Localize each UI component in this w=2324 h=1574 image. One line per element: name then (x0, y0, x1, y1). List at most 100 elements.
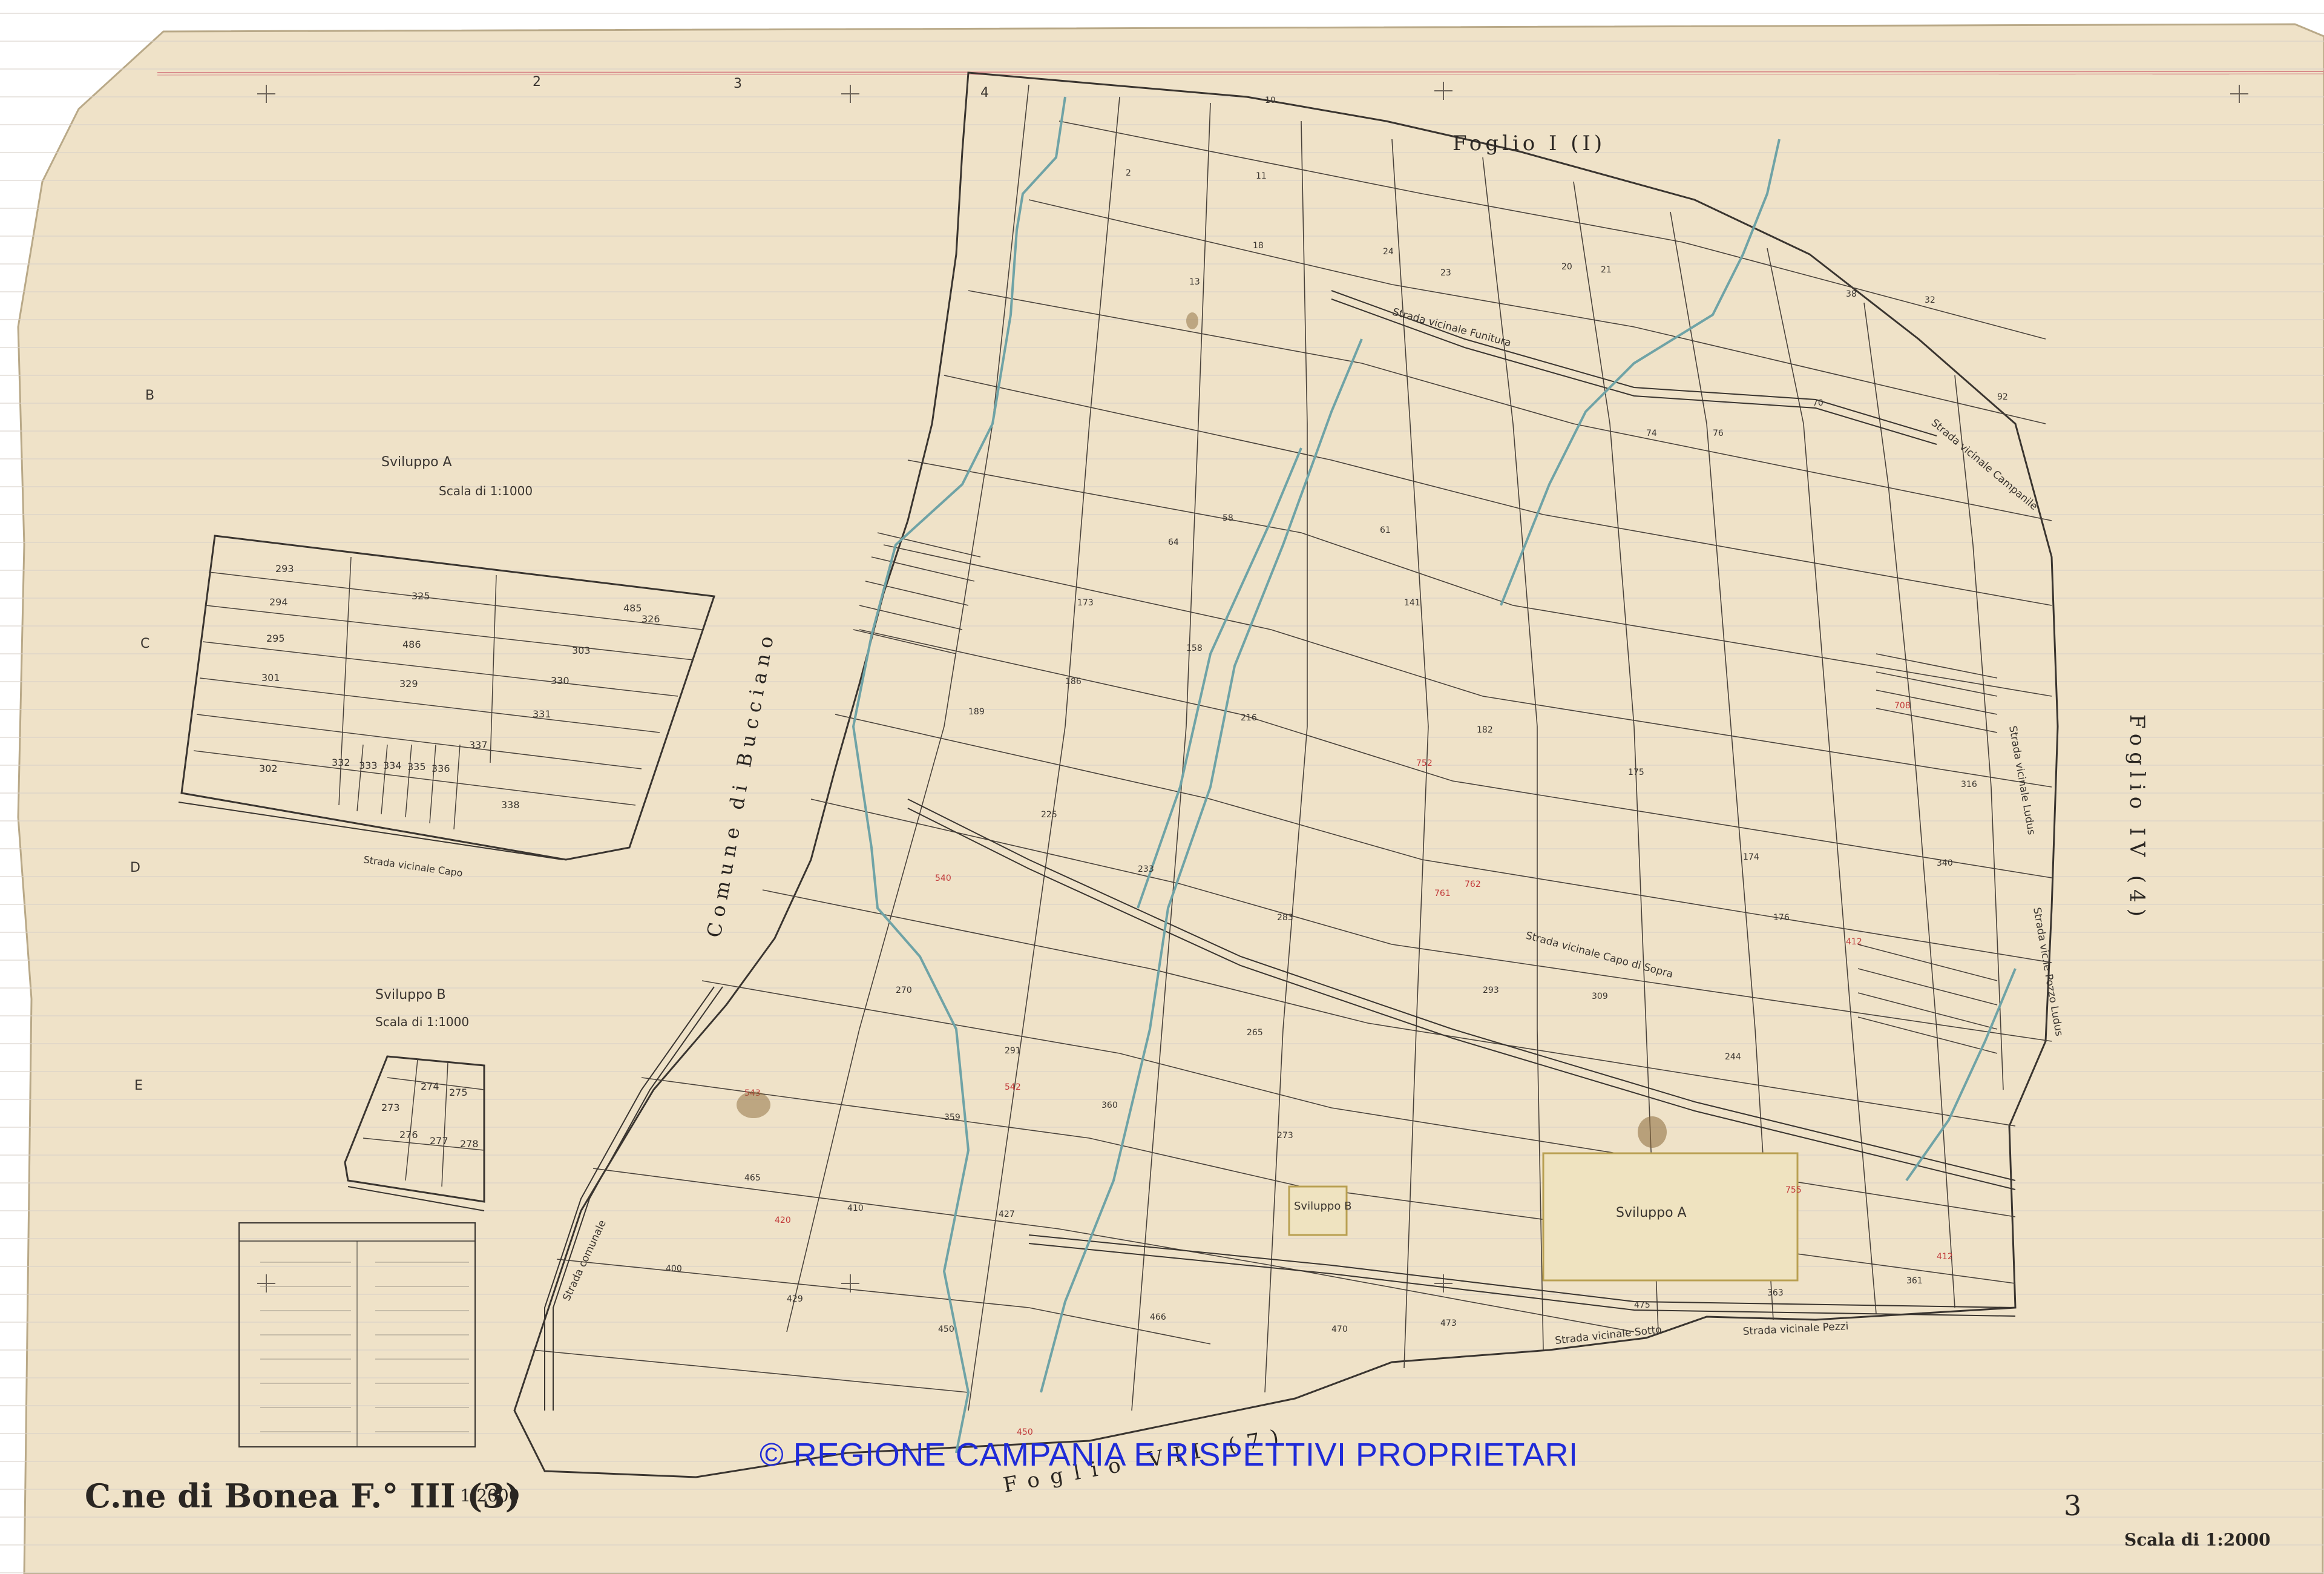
svg-text:303: 303 (572, 645, 591, 656)
svg-text:293: 293 (1483, 986, 1499, 995)
svg-text:32: 32 (1925, 295, 1935, 305)
svg-text:58: 58 (1223, 513, 1233, 523)
svg-text:295: 295 (266, 633, 285, 644)
svg-text:64: 64 (1168, 538, 1179, 547)
column-number-3: 3 (734, 76, 742, 91)
svg-text:24: 24 (1383, 247, 1394, 257)
svg-text:283: 283 (1277, 913, 1293, 923)
svg-text:361: 361 (1906, 1276, 1923, 1286)
svg-text:216: 216 (1241, 713, 1257, 723)
svg-text:274: 274 (421, 1081, 439, 1092)
svg-text:412: 412 (1846, 937, 1862, 947)
svg-text:337: 337 (469, 739, 488, 751)
svg-text:360: 360 (1101, 1101, 1118, 1110)
grid-letter-e: E (134, 1078, 143, 1093)
svg-text:540: 540 (935, 874, 951, 883)
svg-text:13: 13 (1189, 277, 1200, 287)
map-title: C.ne di Bonea F.° III (3) (85, 1477, 520, 1515)
sviluppo-a-box-label: Sviluppo A (1616, 1205, 1687, 1220)
svg-text:92: 92 (1997, 392, 2008, 402)
grid-letter-b: B (145, 388, 154, 403)
svg-text:2: 2 (1126, 168, 1131, 178)
svg-text:74: 74 (1646, 429, 1657, 438)
map-canvas: Sviluppo A Sviluppo B Strada vicinale Ca… (0, 0, 2324, 1574)
svg-text:189: 189 (968, 707, 985, 717)
svg-text:23: 23 (1440, 268, 1451, 278)
svg-text:61: 61 (1380, 525, 1391, 535)
svg-text:174: 174 (1743, 852, 1759, 862)
ink-stain (1186, 312, 1198, 329)
svg-text:336: 336 (432, 763, 450, 774)
svg-text:275: 275 (449, 1087, 468, 1098)
inset-b-scale: Scala di 1:1000 (375, 1015, 469, 1029)
neighbor-label-north: Foglio I (I) (1452, 131, 1606, 156)
column-number-4: 4 (980, 85, 989, 100)
svg-text:225: 225 (1041, 810, 1057, 820)
svg-text:233: 233 (1138, 864, 1154, 874)
svg-text:708: 708 (1894, 701, 1911, 711)
svg-text:429: 429 (787, 1294, 803, 1304)
svg-text:175: 175 (1628, 768, 1644, 777)
svg-text:475: 475 (1634, 1300, 1650, 1310)
svg-text:38: 38 (1846, 289, 1857, 299)
svg-text:412: 412 (1937, 1252, 1953, 1262)
sheet-number: 3 (2064, 1489, 2081, 1522)
svg-text:173: 173 (1077, 598, 1094, 608)
svg-text:76: 76 (1713, 429, 1724, 438)
svg-text:294: 294 (269, 596, 288, 608)
svg-text:359: 359 (944, 1113, 960, 1122)
svg-text:334: 334 (383, 760, 402, 771)
svg-text:273: 273 (1277, 1131, 1293, 1141)
inset-a-scale: Scala di 1:1000 (439, 484, 533, 498)
svg-text:158: 158 (1186, 644, 1203, 653)
svg-text:21: 21 (1601, 265, 1612, 275)
svg-text:182: 182 (1477, 725, 1493, 735)
svg-text:20: 20 (1561, 262, 1572, 272)
column-number-2: 2 (533, 74, 541, 90)
svg-text:18: 18 (1253, 241, 1264, 251)
svg-text:10: 10 (1265, 96, 1276, 105)
svg-text:265: 265 (1247, 1028, 1263, 1038)
svg-text:244: 244 (1725, 1052, 1741, 1062)
svg-text:176: 176 (1773, 913, 1790, 923)
svg-text:331: 331 (533, 708, 551, 720)
svg-text:410: 410 (847, 1204, 864, 1213)
svg-text:329: 329 (399, 678, 418, 690)
svg-text:752: 752 (1416, 759, 1433, 768)
svg-text:141: 141 (1404, 598, 1420, 608)
svg-text:400: 400 (666, 1264, 682, 1274)
svg-text:363: 363 (1767, 1288, 1784, 1298)
copyright-watermark: © REGIONE CAMPANIA E RISPETTIVI PROPRIET… (760, 1437, 1578, 1473)
svg-text:473: 473 (1440, 1319, 1457, 1328)
svg-text:70: 70 (1813, 398, 1823, 408)
svg-text:293: 293 (275, 563, 294, 575)
svg-text:755: 755 (1785, 1185, 1802, 1195)
svg-text:333: 333 (359, 760, 378, 771)
svg-text:326: 326 (642, 613, 660, 625)
svg-text:11: 11 (1256, 171, 1267, 181)
ink-stain (737, 1092, 770, 1118)
svg-text:542: 542 (1005, 1082, 1021, 1092)
svg-text:338: 338 (501, 799, 520, 811)
svg-text:762: 762 (1465, 880, 1481, 889)
scale-label: Scala di 1:2000 (2124, 1530, 2271, 1550)
svg-text:270: 270 (896, 986, 912, 995)
svg-text:302: 302 (259, 763, 278, 774)
svg-text:330: 330 (551, 675, 570, 687)
svg-text:450: 450 (938, 1325, 954, 1334)
svg-text:276: 276 (399, 1129, 418, 1141)
ink-stain (1638, 1116, 1667, 1148)
svg-text:470: 470 (1331, 1325, 1348, 1334)
svg-text:420: 420 (775, 1216, 791, 1225)
inset-b-title: Sviluppo B (375, 987, 446, 1003)
svg-text:340: 340 (1937, 858, 1953, 868)
inset-a-title: Sviluppo A (381, 455, 452, 470)
sviluppo-b-box-label: Sviluppo B (1294, 1200, 1351, 1213)
svg-text:335: 335 (407, 761, 426, 772)
svg-text:486: 486 (402, 639, 421, 650)
svg-text:291: 291 (1005, 1046, 1021, 1056)
svg-text:761: 761 (1434, 889, 1451, 898)
svg-text:316: 316 (1961, 780, 1977, 789)
svg-text:278: 278 (460, 1138, 479, 1150)
svg-text:325: 325 (412, 590, 430, 602)
